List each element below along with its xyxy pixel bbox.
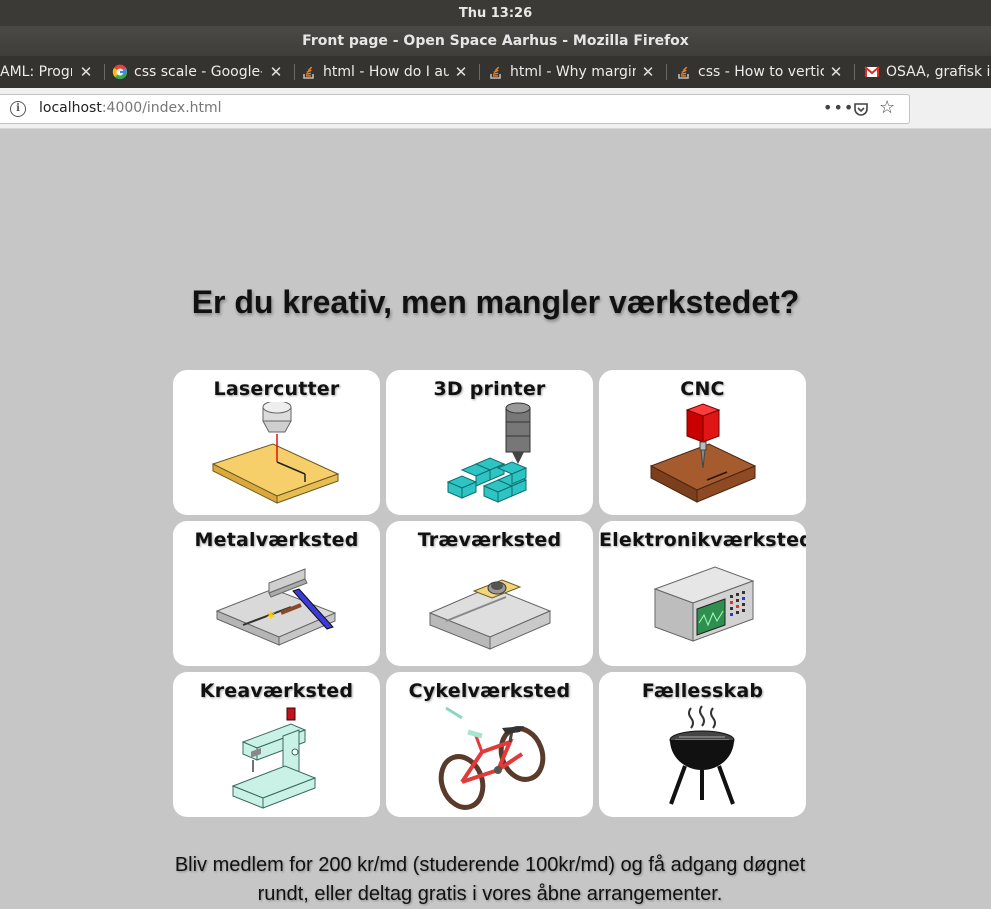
tab-label: html - Why margins — [510, 64, 636, 80]
metal-workshop-icon: ✶ — [215, 568, 337, 646]
workshop-card-bicycle[interactable]: Cykelværksted — [386, 672, 593, 817]
info-icon[interactable]: i — [10, 101, 26, 117]
pocket-icon[interactable] — [853, 101, 869, 121]
window-title-bar: Front page - Open Space Aarhus - Mozilla… — [0, 26, 991, 56]
tab-label: css scale - Google-s — [134, 64, 262, 80]
card-title: Kreaværksted — [199, 680, 354, 702]
tab-label: html - How do I aut — [323, 64, 449, 80]
close-tab-icon[interactable]: ✕ — [268, 64, 284, 80]
close-tab-icon[interactable]: ✕ — [78, 64, 94, 80]
tab-label: OSAA, grafisk ic — [886, 64, 991, 80]
bookmark-star-icon[interactable]: ☆ — [879, 97, 895, 118]
google-icon — [112, 64, 128, 80]
card-title: Metalværksted — [194, 529, 359, 551]
grill-icon — [669, 705, 735, 805]
card-title: Træværksted — [417, 529, 562, 551]
membership-text: Bliv medlem for 200 kr/md (studerende 10… — [150, 851, 830, 909]
close-tab-icon[interactable]: ✕ — [828, 64, 844, 80]
os-top-bar: Thu 13:26 — [0, 0, 991, 26]
workshop-card-crafts[interactable]: Kreaværksted — [173, 672, 380, 817]
workshop-card-wood[interactable]: Træværksted — [386, 521, 593, 666]
navigation-bar: i localhost:4000/index.html ••• ☆ — [0, 88, 991, 129]
browser-tab[interactable]: css - How to vertica ✕ — [676, 56, 850, 88]
address-bar[interactable]: i localhost:4000/index.html ••• ☆ — [0, 94, 910, 124]
page-content: Er du kreativ, men mangler værkstedet? L… — [0, 129, 991, 905]
cnc-icon — [649, 403, 757, 503]
card-title: Elektronikværksted — [599, 529, 806, 551]
sewing-machine-icon — [231, 707, 317, 809]
browser-tab[interactable]: html - Why margins ✕ — [488, 56, 662, 88]
page-headline: Er du kreativ, men mangler værkstedet? — [191, 284, 800, 320]
gmail-icon — [864, 64, 880, 80]
tab-label: AML: Progr — [0, 64, 72, 80]
membership-line: Bliv medlem for 200 kr/md (studerende 10… — [174, 854, 806, 876]
membership-line: rundt, eller deltag gratis i vores åbne … — [257, 883, 723, 905]
browser-tab[interactable]: OSAA, grafisk ic — [864, 56, 991, 88]
browser-tab[interactable]: html - How do I aut ✕ — [301, 56, 475, 88]
stackoverflow-icon — [301, 64, 317, 80]
close-tab-icon[interactable]: ✕ — [453, 64, 469, 80]
url-text[interactable]: localhost:4000/index.html — [39, 100, 222, 116]
browser-tab[interactable]: AML: Progr ✕ — [0, 56, 100, 88]
workshop-card-community[interactable]: Fællesskab — [599, 672, 806, 817]
wood-workshop-icon — [428, 579, 552, 650]
close-tab-icon[interactable]: ✕ — [640, 64, 656, 80]
tab-label: css - How to vertica — [698, 64, 824, 80]
electronics-workshop-icon — [653, 566, 755, 642]
stackoverflow-icon — [488, 64, 504, 80]
card-title: Fællesskab — [641, 680, 764, 702]
workshop-card-3d-printer[interactable]: 3D printer — [386, 370, 593, 515]
workshop-card-cnc[interactable]: CNC — [599, 370, 806, 515]
stackoverflow-icon — [676, 64, 692, 80]
card-title: 3D printer — [433, 378, 546, 400]
card-title: Cykelværksted — [408, 680, 571, 702]
page-actions-menu-icon[interactable]: ••• — [823, 98, 854, 117]
browser-tab[interactable]: css scale - Google-s ✕ — [112, 56, 290, 88]
window-title: Front page - Open Space Aarhus - Mozilla… — [302, 33, 689, 49]
lasercutter-icon — [211, 402, 340, 504]
workshop-card-lasercutter[interactable]: Lasercutter — [173, 370, 380, 515]
workshop-card-metal[interactable]: Metalværksted ✶ — [173, 521, 380, 666]
os-clock[interactable]: Thu 13:26 — [459, 6, 532, 21]
bicycle-icon — [438, 706, 546, 810]
workshop-card-electronics[interactable]: Elektronikværksted — [599, 521, 806, 666]
3d-printer-icon — [446, 402, 531, 503]
tab-strip: AML: Progr ✕ css scale - Google-s ✕ html… — [0, 56, 991, 88]
card-title: Lasercutter — [213, 378, 340, 400]
svg-text:✶: ✶ — [265, 608, 277, 624]
card-title: CNC — [680, 378, 725, 400]
